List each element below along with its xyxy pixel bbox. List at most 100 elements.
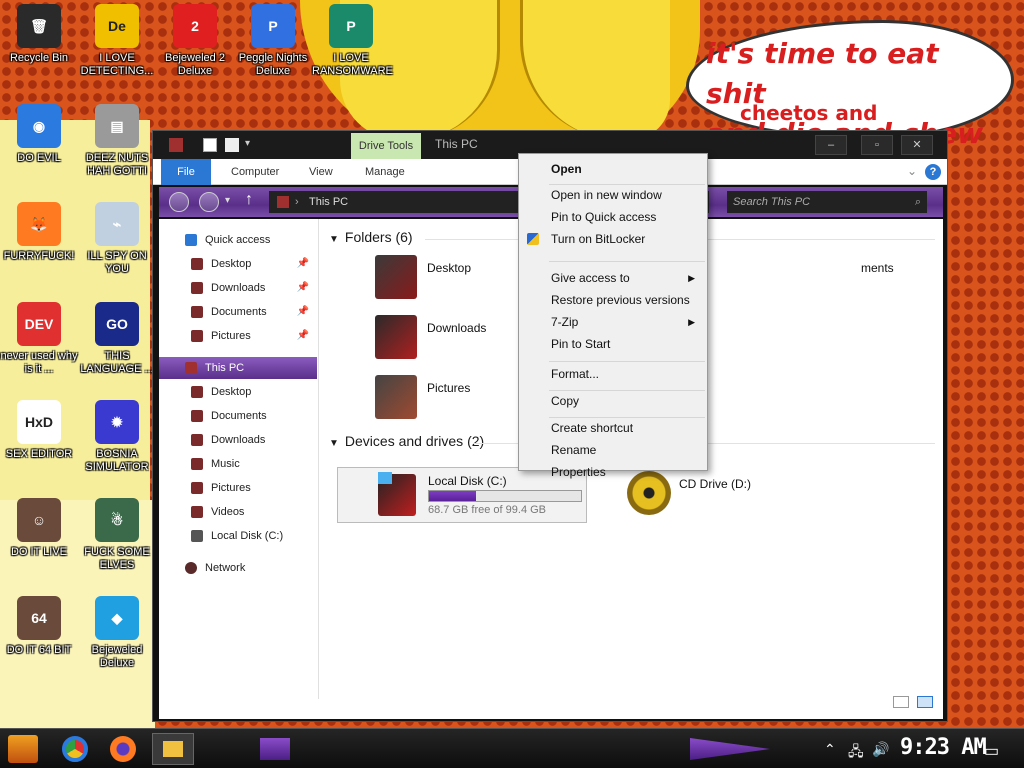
nav-pc-item[interactable]: Local Disk (C:) bbox=[159, 525, 317, 547]
folder-label: Desktop bbox=[427, 261, 472, 275]
tab-manage[interactable]: Manage bbox=[353, 159, 417, 185]
context-menu-item[interactable]: Format... bbox=[519, 363, 707, 385]
context-menu-item[interactable]: Open bbox=[519, 158, 707, 180]
nav-quick-item[interactable]: Desktop 📌 bbox=[159, 253, 317, 275]
properties-icon[interactable] bbox=[203, 138, 217, 152]
context-menu-item[interactable]: Open in new window bbox=[519, 184, 707, 206]
nav-item-label: Local Disk (C:) bbox=[211, 530, 284, 542]
nav-this-pc[interactable]: This PC bbox=[159, 357, 317, 379]
context-menu-item[interactable]: Restore previous versions bbox=[519, 289, 707, 311]
search-input[interactable]: Search This PC ⌕ bbox=[727, 191, 927, 213]
documents-icon bbox=[191, 410, 203, 423]
taskbar-decoration bbox=[260, 738, 290, 760]
nav-pc-item[interactable]: Documents bbox=[159, 405, 317, 427]
volume-icon[interactable]: 🔊 bbox=[872, 741, 889, 758]
bejeweled-2-icon: 2 bbox=[173, 4, 217, 48]
desktop-shortcut-label: FURRYFUCK! bbox=[3, 250, 75, 262]
folder-desktop[interactable]: Desktop bbox=[375, 255, 515, 303]
folder-label: Downloads bbox=[427, 321, 487, 335]
this-pc-icon bbox=[185, 362, 197, 375]
desktop-shortcut[interactable]: ▤ DEEZ NUTS HAH GOTTI bbox=[78, 104, 156, 178]
folder-pictures[interactable]: Pictures bbox=[375, 375, 515, 423]
nav-item-label: Videos bbox=[211, 506, 245, 518]
nav-pc-item[interactable]: Videos bbox=[159, 501, 317, 523]
tab-view[interactable]: View bbox=[297, 159, 345, 185]
recent-locations-icon[interactable]: ▾ bbox=[225, 195, 230, 206]
desktop-shortcut[interactable]: DEV never used why is it ... bbox=[0, 302, 78, 376]
devices-section-header[interactable]: ▼ Devices and drives (2) bbox=[329, 433, 484, 449]
context-menu-item[interactable]: Create shortcut bbox=[519, 417, 707, 439]
desktop-shortcut[interactable]: 🦊 FURRYFUCK! bbox=[0, 202, 78, 263]
details-view-icon[interactable] bbox=[892, 696, 909, 708]
drive-tools-tab[interactable]: Drive Tools bbox=[351, 133, 421, 159]
chrome-icon[interactable] bbox=[62, 736, 88, 762]
ribbon-expand-icon[interactable]: ⌄ bbox=[907, 164, 917, 178]
desktop-shortcut[interactable]: ☃ FUCK SOME ELVES bbox=[78, 498, 156, 572]
context-menu-item[interactable]: 7-Zip ▶ bbox=[519, 311, 707, 333]
new-folder-icon[interactable] bbox=[225, 138, 239, 152]
context-menu-item[interactable]: Pin to Start bbox=[519, 333, 707, 355]
forward-button[interactable] bbox=[199, 192, 219, 212]
pictures-folder-icon bbox=[375, 375, 417, 419]
help-icon[interactable]: ? bbox=[925, 164, 941, 180]
desktop-shortcut[interactable]: ✹ BOSNIA SIMULATOR bbox=[78, 400, 156, 474]
nav-network[interactable]: Network bbox=[159, 557, 317, 579]
drive-free-space: 68.7 GB free of 99.4 GB bbox=[428, 504, 547, 516]
nav-pc-item[interactable]: Desktop bbox=[159, 381, 317, 403]
folder-documents-partial-label[interactable]: ments bbox=[861, 261, 894, 275]
music-icon bbox=[191, 458, 203, 471]
context-menu-item[interactable]: Pin to Quick access bbox=[519, 206, 707, 228]
desktop-shortcut-label: DO IT 64 BIT bbox=[6, 644, 72, 656]
nav-quick-access[interactable]: Quick access bbox=[159, 229, 317, 251]
clock[interactable]: 9:23 AM bbox=[900, 735, 987, 760]
back-button[interactable] bbox=[169, 192, 189, 212]
large-icons-view-icon[interactable] bbox=[917, 696, 933, 708]
notifications-icon[interactable]: ▭ bbox=[984, 741, 999, 761]
nav-quick-item[interactable]: Documents 📌 bbox=[159, 301, 317, 323]
hxd-icon: HxD bbox=[17, 400, 61, 444]
folders-header-label: Folders (6) bbox=[344, 229, 413, 245]
nav-quick-item[interactable]: Downloads 📌 bbox=[159, 277, 317, 299]
context-menu-item[interactable]: Properties bbox=[519, 461, 707, 483]
desktop-shortcut[interactable]: ☺ DO IT LIVE bbox=[0, 498, 78, 559]
context-menu-item[interactable]: Rename bbox=[519, 439, 707, 461]
desktop-shortcut[interactable]: ◆ Bejeweled Deluxe bbox=[78, 596, 156, 670]
up-button[interactable]: ↑ bbox=[245, 191, 253, 209]
desktop-shortcut[interactable]: P Peggle Nights Deluxe bbox=[234, 4, 312, 78]
quick-toolbar-dropdown-icon[interactable]: ▾ bbox=[245, 138, 259, 152]
collapse-icon: ▼ bbox=[329, 234, 339, 245]
desktop-shortcut[interactable]: 64 DO IT 64 BIT bbox=[0, 596, 78, 657]
maximize-button[interactable]: ▫ bbox=[861, 135, 893, 155]
nav-pc-item[interactable]: Pictures bbox=[159, 477, 317, 499]
context-menu-item[interactable]: Turn on BitLocker bbox=[519, 228, 707, 250]
context-menu-item[interactable]: Copy bbox=[519, 390, 707, 412]
desktop-shortcut[interactable]: ◉ DO EVIL bbox=[0, 104, 78, 165]
desktop-shortcut[interactable]: De I LOVE DETECTING... bbox=[78, 4, 156, 78]
pin-icon: 📌 bbox=[296, 282, 309, 293]
desktop-shortcut[interactable]: HxD SEX EDITOR bbox=[0, 400, 78, 461]
desktop-shortcut[interactable]: 2 Bejeweled 2 Deluxe bbox=[156, 4, 234, 78]
chrome-icon: ◉ bbox=[17, 104, 61, 148]
start-icon[interactable] bbox=[8, 735, 38, 763]
nav-quick-item[interactable]: Pictures 📌 bbox=[159, 325, 317, 347]
nav-pc-item[interactable]: Downloads bbox=[159, 429, 317, 451]
network-tray-icon[interactable]: 🖧 bbox=[848, 741, 864, 765]
firefox-icon[interactable] bbox=[110, 736, 136, 762]
nav-item-label: Desktop bbox=[211, 386, 252, 398]
desktop-shortcut[interactable]: GO THIS LANGUAGE ... bbox=[78, 302, 156, 376]
folders-section-header[interactable]: ▼ Folders (6) bbox=[329, 229, 413, 245]
desktop-shortcut[interactable]: ⌁ ILL SPY ON YOU bbox=[78, 202, 156, 276]
minimize-button[interactable]: – bbox=[815, 135, 847, 155]
detect-it-easy-icon: De bbox=[95, 4, 139, 48]
tray-overflow-icon[interactable]: ⌃ bbox=[824, 741, 836, 758]
close-button[interactable]: ✕ bbox=[901, 135, 933, 155]
context-menu-item[interactable]: Give access to ▶ bbox=[519, 267, 707, 289]
desktop-shortcut[interactable]: 🗑 Recycle Bin bbox=[0, 4, 78, 65]
tab-file[interactable]: File bbox=[161, 159, 211, 185]
folder-downloads[interactable]: Downloads bbox=[375, 315, 515, 363]
nav-pc-item[interactable]: Music bbox=[159, 453, 317, 475]
explorer-taskbar-button[interactable] bbox=[152, 733, 194, 765]
desktop-folder-icon bbox=[375, 255, 417, 299]
tab-computer[interactable]: Computer bbox=[219, 159, 291, 185]
desktop-shortcut[interactable]: P I LOVE RANSOMWARE bbox=[312, 4, 393, 78]
